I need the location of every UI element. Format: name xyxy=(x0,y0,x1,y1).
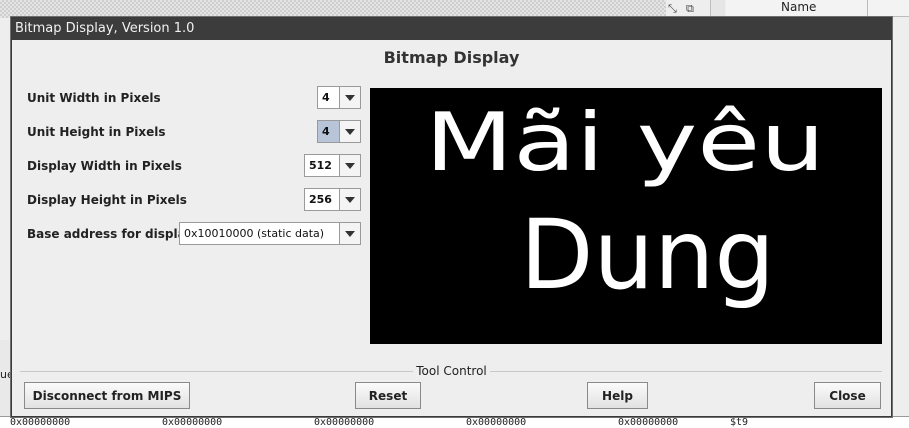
base-address-value: 0x10010000 (static data) xyxy=(184,227,325,240)
bitmap-display-dialog: Bitmap Display, Version 1.0 Bitmap Displ… xyxy=(11,17,892,417)
close-button[interactable]: Close xyxy=(814,382,881,409)
disconnect-button[interactable]: Disconnect from MIPS xyxy=(24,382,190,409)
data-cell[interactable]: 0x00000000 xyxy=(466,417,526,428)
chevron-down-icon[interactable] xyxy=(339,223,360,244)
display-width-value: 512 xyxy=(309,159,332,172)
data-cell[interactable]: 0x00000000 xyxy=(314,417,374,428)
chevron-down-icon[interactable] xyxy=(339,155,360,176)
bitmap-text-line1: Mãi yêu xyxy=(425,96,825,189)
data-cell[interactable]: 0x00000000 xyxy=(10,417,70,428)
restore-icon[interactable]: ⧉ xyxy=(686,2,694,16)
base-address-select[interactable]: 0x10010000 (static data) xyxy=(179,222,361,245)
dialog-title: Bitmap Display, Version 1.0 xyxy=(15,21,195,36)
dialog-titlebar[interactable]: Bitmap Display, Version 1.0 xyxy=(12,18,891,40)
data-cell[interactable]: 0x00000000 xyxy=(618,417,678,428)
registers-table-header: Name xyxy=(726,0,909,17)
display-height-value: 256 xyxy=(309,193,332,206)
unit-width-label: Unit Width in Pixels xyxy=(27,91,161,105)
unit-width-select[interactable]: 4 xyxy=(317,86,361,109)
column-header-name[interactable]: Name xyxy=(781,0,816,14)
display-width-select[interactable]: 512 xyxy=(304,154,361,177)
display-height-label: Display Height in Pixels xyxy=(27,193,187,207)
unit-width-value: 4 xyxy=(322,91,330,104)
chevron-down-icon[interactable] xyxy=(339,189,360,210)
unit-height-select[interactable]: 4 xyxy=(317,120,361,143)
chevron-down-icon[interactable] xyxy=(339,87,360,108)
display-height-select[interactable]: 256 xyxy=(304,188,361,211)
register-name-cell[interactable]: $t9 xyxy=(730,417,748,428)
tool-heading: Bitmap Display xyxy=(383,48,520,67)
minimize-icon[interactable]: ⤡ xyxy=(668,2,677,16)
display-width-label: Display Width in Pixels xyxy=(27,159,182,173)
data-segment-row: 0x00000000 0x00000000 0x00000000 0x00000… xyxy=(0,416,909,428)
tool-control-title: Tool Control xyxy=(12,364,891,378)
unit-height-value: 4 xyxy=(322,125,330,138)
bitmap-canvas: Mãi yêu Dung xyxy=(370,88,882,344)
help-button[interactable]: Help xyxy=(587,382,648,409)
reset-button[interactable]: Reset xyxy=(355,382,421,409)
chevron-down-icon[interactable] xyxy=(339,121,360,142)
bitmap-text-line2: Dung xyxy=(520,199,775,311)
data-cell[interactable]: 0x00000000 xyxy=(162,417,222,428)
background-window-controls: ⤡ ⧉ xyxy=(666,0,710,18)
tool-control-label: Tool Control xyxy=(413,364,490,378)
background-toolbar-pattern xyxy=(0,0,700,18)
unit-height-label: Unit Height in Pixels xyxy=(27,125,166,139)
base-address-label: Base address for display xyxy=(27,227,194,241)
